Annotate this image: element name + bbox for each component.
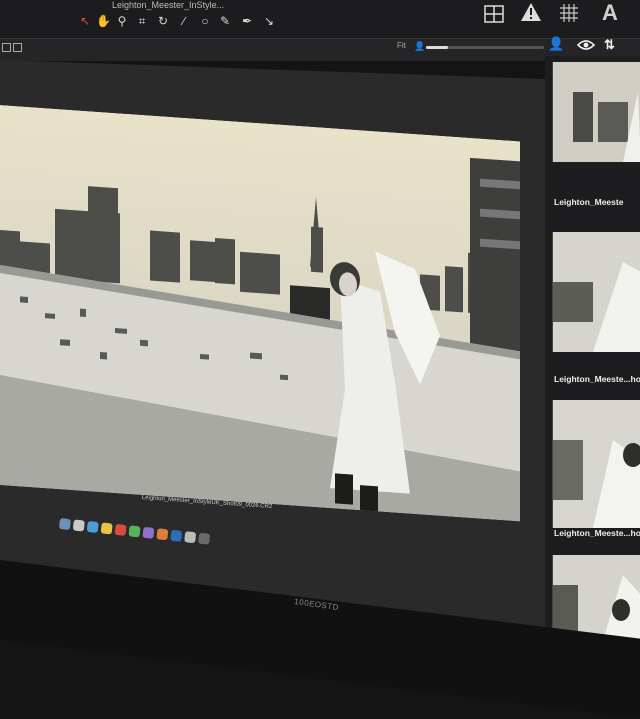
notes-icon[interactable] <box>100 522 113 535</box>
zoom-slider-fill <box>426 46 449 49</box>
itunes-icon[interactable] <box>142 526 155 539</box>
brush-icon[interactable]: ✎ <box>218 14 232 28</box>
text-icon[interactable]: A <box>597 0 623 26</box>
single-view-icon[interactable] <box>2 43 11 52</box>
sort-icon[interactable]: ⇅ <box>604 37 615 53</box>
photos-icon[interactable] <box>156 528 169 541</box>
messages-icon[interactable] <box>128 525 141 538</box>
cursor-icon[interactable]: ↖ <box>78 14 92 28</box>
hatch-icon[interactable] <box>556 2 582 28</box>
viewer-toolbar <box>0 38 640 61</box>
filmstrip-label: Leighton_Meeste...hot09_00 <box>554 528 640 538</box>
person-small-icon: 👤 <box>414 41 426 51</box>
hand-icon[interactable]: ✋ <box>96 14 111 28</box>
eraser-icon[interactable]: ↘ <box>262 14 276 28</box>
photoshop-icon[interactable] <box>170 529 183 542</box>
finder-icon[interactable] <box>58 518 71 531</box>
filmstrip-label: Leighton_Meeste...hot0 <box>554 374 640 384</box>
ellipse-icon[interactable]: ○ <box>198 14 212 28</box>
zoom-fit-label: Fit <box>397 41 406 50</box>
launchpad-icon[interactable] <box>72 519 85 532</box>
eye-icon[interactable] <box>576 38 596 56</box>
calendar-icon[interactable] <box>114 523 127 536</box>
straighten-icon[interactable]: ∕ <box>177 14 191 28</box>
filmstrip-thumb[interactable] <box>552 232 640 352</box>
crop-icon[interactable]: ⌗ <box>135 14 149 28</box>
grid-view-icon[interactable] <box>481 4 507 30</box>
warning-icon[interactable] <box>518 2 544 28</box>
main-photo[interactable] <box>0 105 520 522</box>
trash-icon[interactable] <box>198 532 211 545</box>
pen-icon[interactable]: ✒ <box>240 14 254 28</box>
compare-view-icon[interactable] <box>13 43 22 52</box>
filmstrip-thumb[interactable] <box>552 400 640 528</box>
filmstrip-label: Leighton_Meeste <box>554 197 624 207</box>
preferences-icon[interactable] <box>184 531 197 544</box>
document-title: Leighton_Meester_InStyle... <box>112 0 225 10</box>
safari-icon[interactable] <box>86 520 99 534</box>
exif-info: ISO 200 1/200 s f/8 61 mm <box>5 472 65 478</box>
filmstrip-thumb[interactable] <box>552 555 640 640</box>
rotate-icon[interactable]: ↻ <box>156 14 170 28</box>
loupe-icon[interactable]: ⚲ <box>115 14 129 28</box>
user-icon[interactable]: 👤 <box>548 36 564 52</box>
filmstrip-thumb[interactable] <box>552 62 640 162</box>
